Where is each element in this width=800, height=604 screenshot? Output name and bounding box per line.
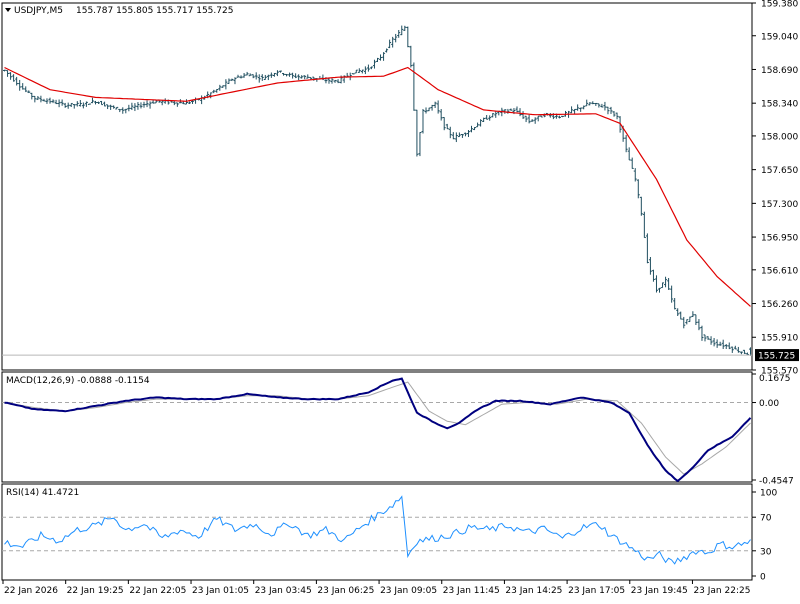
- price-y-tick-label: 158.000: [761, 132, 798, 142]
- price-y-tick-label: 158.690: [761, 66, 798, 76]
- time-tick-label: 23 Jan 17:05: [568, 586, 625, 596]
- ohlc-readout: 155.787 155.805 155.717 155.725: [76, 6, 233, 16]
- time-tick-label: 22 Jan 2026: [4, 586, 58, 596]
- rsi-y-tick-label: 30: [760, 547, 772, 557]
- background: [0, 0, 800, 600]
- time-tick-label: 23 Jan 19:45: [631, 586, 688, 596]
- time-tick-label: 23 Jan 06:25: [317, 586, 374, 596]
- price-y-tick-label: 156.950: [761, 234, 798, 244]
- price-y-tick-label: 156.610: [761, 266, 798, 276]
- time-tick-label: 22 Jan 19:25: [67, 586, 124, 596]
- time-tick-label: 23 Jan 14:25: [505, 586, 562, 596]
- macd-y-tick-label: 0.1675: [759, 374, 791, 384]
- price-y-tick-label: 159.040: [761, 32, 798, 42]
- price-y-tick-label: 157.300: [761, 200, 798, 210]
- rsi-y-tick-label: 100: [760, 489, 777, 499]
- chart-root: 155.725 159.380 159.040 158.690 158.340 158.0…: [0, 0, 800, 600]
- rsi-y-tick-label: 0: [760, 573, 766, 583]
- time-tick-label: 23 Jan 03:45: [255, 586, 312, 596]
- price-title: USDJPY,M5: [14, 6, 63, 16]
- price-y-tick-label: 158.340: [761, 100, 798, 110]
- rsi-y-tick-label: 70: [760, 514, 772, 524]
- price-y-tick-label: 159.380: [761, 0, 798, 10]
- price-y-tick-label: 156.260: [761, 300, 798, 310]
- time-tick-label: 23 Jan 09:05: [380, 586, 437, 596]
- price-y-tick-label: 155.910: [761, 334, 798, 344]
- rsi-title: RSI(14) 41.4721: [6, 488, 79, 498]
- macd-y-tick-label: -0.4547: [759, 477, 794, 487]
- time-tick-label: 23 Jan 11:45: [443, 586, 500, 596]
- time-tick-label: 23 Jan 01:05: [192, 586, 249, 596]
- time-tick-label: 23 Jan 22:25: [693, 586, 750, 596]
- current-price-label: 155.725: [758, 352, 795, 362]
- macd-title: MACD(12,26,9) -0.0888 -0.1154: [6, 376, 150, 386]
- macd-y-tick-label: 0.00: [759, 399, 779, 409]
- chart-svg: 155.725 159.380 159.040 158.690 158.340 158.0…: [0, 0, 800, 600]
- time-tick-label: 22 Jan 22:05: [129, 586, 186, 596]
- price-y-tick-label: 157.650: [761, 166, 798, 176]
